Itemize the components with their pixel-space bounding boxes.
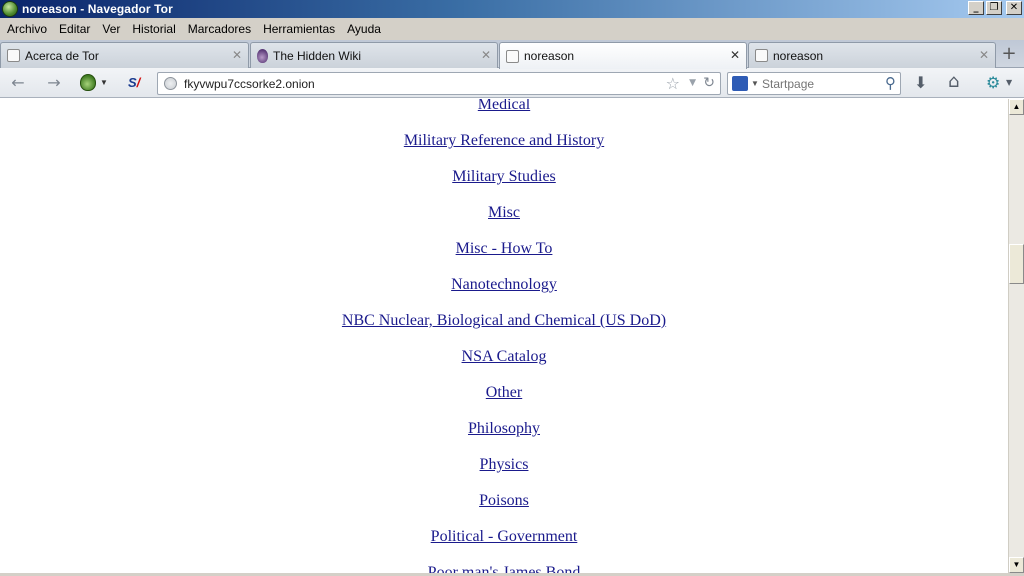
- scroll-up-button[interactable]: ▲: [1009, 99, 1024, 115]
- category-link-list: Medical Military Reference and History M…: [0, 99, 1008, 573]
- link-medical[interactable]: Medical: [0, 99, 1008, 125]
- tab-the-hidden-wiki[interactable]: The Hidden Wiki ✕: [250, 42, 498, 68]
- blank-page-icon: [755, 49, 768, 62]
- url-text: fkyvwpu7ccsorke2.onion: [184, 77, 315, 91]
- tab-acerca-de-tor[interactable]: Acerca de Tor ✕: [0, 42, 249, 68]
- navigation-toolbar: ← → ▼ S/ fkyvwpu7ccsorke2.onion ☆ ▼ ↻ ▼ …: [0, 68, 1024, 98]
- tab-close-icon[interactable]: ✕: [481, 48, 491, 62]
- chevron-down-icon[interactable]: ▼: [1006, 78, 1012, 87]
- link-nanotechnology[interactable]: Nanotechnology: [0, 269, 1008, 305]
- scroll-down-button[interactable]: ▼: [1009, 557, 1024, 573]
- window-titlebar: noreason - Navegador Tor _ ❐ ✕: [0, 0, 1024, 18]
- menu-bar: Archivo Editar Ver Historial Marcadores …: [0, 18, 1024, 40]
- tab-close-icon[interactable]: ✕: [730, 48, 740, 62]
- menu-ayuda[interactable]: Ayuda: [343, 22, 389, 36]
- restore-button[interactable]: ❐: [986, 1, 1002, 15]
- blank-page-icon: [506, 49, 519, 63]
- chevron-down-icon[interactable]: ▼: [751, 79, 759, 88]
- link-philosophy[interactable]: Philosophy: [0, 413, 1008, 449]
- search-engine-icon[interactable]: [732, 76, 748, 91]
- minimize-button[interactable]: _: [968, 1, 984, 15]
- chevron-down-icon[interactable]: ▼: [100, 78, 108, 87]
- vertical-scrollbar[interactable]: ▲ ▼: [1008, 99, 1024, 573]
- link-nsa-catalog[interactable]: NSA Catalog: [0, 341, 1008, 377]
- link-military-studies[interactable]: Military Studies: [0, 161, 1008, 197]
- link-physics[interactable]: Physics: [0, 449, 1008, 485]
- search-input[interactable]: [762, 75, 874, 92]
- page-content: Medical Military Reference and History M…: [0, 99, 1008, 573]
- tab-strip: Acerca de Tor ✕ The Hidden Wiki ✕ noreas…: [0, 40, 1024, 69]
- close-window-button[interactable]: ✕: [1006, 1, 1022, 15]
- reload-button[interactable]: ↻: [703, 75, 715, 91]
- tor-onion-button[interactable]: [80, 74, 96, 91]
- blank-page-icon: [7, 49, 20, 62]
- address-bar[interactable]: fkyvwpu7ccsorke2.onion ☆ ▼ ↻: [157, 72, 721, 95]
- search-bar: ▼ ⚲: [727, 72, 901, 95]
- noscript-button[interactable]: S/: [128, 75, 146, 91]
- link-misc-how-to[interactable]: Misc - How To: [0, 233, 1008, 269]
- link-political-government[interactable]: Political - Government: [0, 521, 1008, 557]
- url-history-dropdown[interactable]: ▼: [689, 78, 696, 88]
- link-poisons[interactable]: Poisons: [0, 485, 1008, 521]
- globe-icon: [164, 77, 177, 90]
- new-tab-button[interactable]: +: [998, 45, 1020, 65]
- scroll-thumb[interactable]: [1009, 243, 1024, 284]
- download-button[interactable]: ⬇: [914, 73, 927, 92]
- bookmark-star-icon[interactable]: ☆: [666, 74, 680, 93]
- tab-close-icon[interactable]: ✕: [232, 48, 242, 62]
- menu-editar[interactable]: Editar: [55, 22, 98, 36]
- tor-browser-icon: [2, 1, 18, 17]
- window-controls: _ ❐ ✕: [968, 1, 1022, 15]
- onion-icon: [257, 48, 268, 63]
- home-button[interactable]: ⌂: [948, 71, 959, 92]
- menu-herramientas[interactable]: Herramientas: [259, 22, 343, 36]
- back-button[interactable]: ←: [8, 73, 28, 93]
- tab-label: noreason: [524, 49, 575, 63]
- link-misc[interactable]: Misc: [0, 197, 1008, 233]
- search-icon[interactable]: ⚲: [885, 74, 896, 92]
- menu-archivo[interactable]: Archivo: [3, 22, 55, 36]
- noscript-label: S: [128, 75, 137, 90]
- tab-label: Acerca de Tor: [25, 48, 99, 63]
- forward-button[interactable]: →: [44, 73, 64, 93]
- noscript-slash-icon: /: [136, 75, 141, 90]
- menu-ver[interactable]: Ver: [98, 22, 128, 36]
- addon-gear-icon[interactable]: ⚙: [986, 73, 1000, 92]
- menu-marcadores[interactable]: Marcadores: [184, 22, 259, 36]
- tab-noreason[interactable]: noreason ✕: [748, 42, 996, 68]
- window-title: noreason - Navegador Tor: [22, 2, 173, 16]
- link-nbc[interactable]: NBC Nuclear, Biological and Chemical (US…: [0, 305, 1008, 341]
- link-military-reference-history[interactable]: Military Reference and History: [0, 125, 1008, 161]
- link-poor-mans-james-bond[interactable]: Poor man's James Bond: [0, 557, 1008, 573]
- menu-historial[interactable]: Historial: [128, 22, 183, 36]
- tab-label: The Hidden Wiki: [273, 48, 362, 63]
- tab-label: noreason: [773, 48, 824, 63]
- tab-close-icon[interactable]: ✕: [979, 48, 989, 62]
- link-other[interactable]: Other: [0, 377, 1008, 413]
- tab-noreason-active[interactable]: noreason ✕: [499, 42, 747, 69]
